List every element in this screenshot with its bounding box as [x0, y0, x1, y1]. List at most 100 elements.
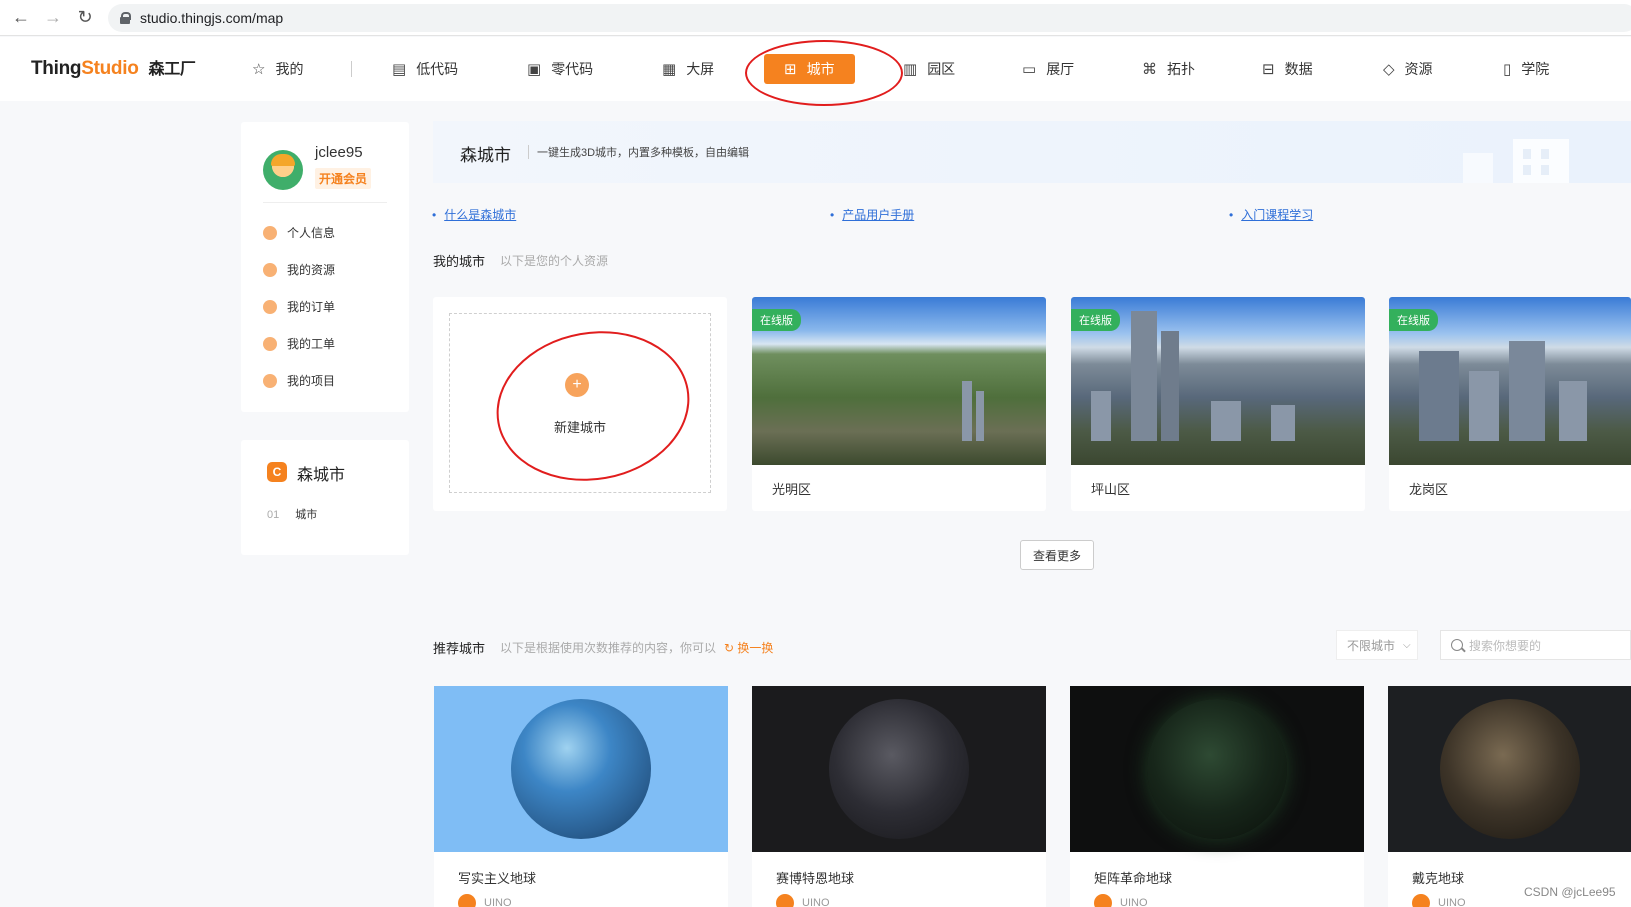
city-filter-select[interactable]: 不限城市 ⌵ — [1336, 630, 1418, 660]
nav-item-hall[interactable]: ▭ 展厅 — [1022, 37, 1074, 101]
menu-item-profile[interactable]: 个人信息 — [263, 224, 335, 241]
nav-item-topology[interactable]: ⌘ 拓扑 — [1142, 37, 1195, 101]
city-name: 光明区 — [772, 482, 812, 497]
new-city-card[interactable]: + 新建城市 — [433, 297, 727, 511]
diamond-icon: ◇ — [1383, 61, 1395, 78]
tower-shape — [1469, 371, 1499, 441]
tower-shape — [1559, 381, 1587, 441]
city-name: 坪山区 — [1091, 482, 1131, 497]
nav-divider — [351, 61, 352, 77]
city-name: 龙岗区 — [1409, 482, 1449, 497]
recommend-name: 写实主义地球 — [458, 871, 537, 886]
nav-item-nocode[interactable]: ▣ 零代码 — [527, 37, 593, 101]
menu-item-orders[interactable]: 我的订单 — [263, 298, 335, 315]
tower-shape — [1091, 391, 1111, 441]
recommend-name: 矩阵革命地球 — [1094, 871, 1173, 886]
building-illustration-icon — [1463, 139, 1569, 183]
avatar[interactable] — [263, 150, 303, 190]
recommend-card-dark[interactable]: 戴克地球 UINO — [1388, 686, 1631, 907]
author: UINO — [458, 894, 512, 907]
nav-item-mine[interactable]: ☆ 我的 — [252, 37, 303, 101]
address-bar[interactable]: studio.thingjs.com/map — [108, 4, 1631, 32]
hall-icon: ▭ — [1022, 61, 1037, 78]
order-icon — [263, 299, 277, 314]
forward-arrow-icon[interactable]: → — [37, 2, 69, 34]
reload-icon[interactable]: ↻ — [69, 2, 101, 34]
nav-item-bigscreen[interactable]: ▦ 大屏 — [662, 37, 714, 101]
avatar — [1094, 894, 1112, 907]
online-badge: 在线版 — [1071, 309, 1120, 331]
lock-icon — [120, 12, 131, 24]
recommend-title: 推荐城市 — [433, 641, 486, 656]
city-card-longgang[interactable]: 在线版 龙岗区 — [1389, 297, 1631, 511]
search-input[interactable]: 搜索你想要的 — [1440, 630, 1631, 660]
avatar — [458, 894, 476, 907]
add-icon: + — [565, 373, 589, 397]
author: UINO — [776, 894, 830, 907]
back-arrow-icon[interactable]: ← — [5, 2, 37, 34]
window-icon: ▣ — [527, 61, 542, 78]
watermark: CSDN @jcLee95 — [1524, 885, 1616, 899]
code-icon: ▤ — [392, 61, 407, 78]
globe-icon — [829, 699, 969, 839]
globe-thumbnail — [434, 686, 728, 852]
recommend-card-matrix[interactable]: 矩阵革命地球 UINO — [1070, 686, 1364, 907]
screen-icon: ▦ — [662, 61, 677, 78]
online-badge: 在线版 — [752, 309, 801, 331]
city-card-pingshan[interactable]: 在线版 坪山区 — [1071, 297, 1365, 511]
nav-item-park[interactable]: ▥ 园区 — [903, 37, 955, 101]
city-panel: C 森城市 01 城市 — [241, 440, 409, 555]
refresh-icon: ↻ — [724, 641, 735, 655]
resource-icon — [263, 262, 277, 277]
my-cities-title: 我的城市 — [433, 254, 486, 269]
menu-item-tickets[interactable]: 我的工单 — [263, 335, 335, 352]
star-icon: ☆ — [252, 61, 266, 78]
recommend-card-realistic[interactable]: 写实主义地球 UINO — [434, 686, 728, 907]
nav-item-resource[interactable]: ◇ 资源 — [1383, 37, 1433, 101]
online-badge: 在线版 — [1389, 309, 1438, 331]
link-what-is-city[interactable]: 什么是森城市 — [432, 206, 516, 223]
nav-item-data[interactable]: ⊟ 数据 — [1262, 37, 1313, 101]
globe-thumbnail — [1388, 686, 1631, 852]
view-more-button[interactable]: 查看更多 — [1020, 540, 1094, 570]
recommend-name: 戴克地球 — [1412, 871, 1465, 886]
search-icon — [1451, 639, 1463, 651]
browser-toolbar: ← → ↻ studio.thingjs.com/map — [0, 0, 1631, 36]
vip-badge[interactable]: 开通会员 — [315, 168, 372, 189]
city-panel-title: 森城市 — [297, 467, 346, 484]
city-logo-icon: C — [267, 462, 287, 482]
globe-thumbnail — [752, 686, 1046, 852]
city-card-guangming[interactable]: 在线版 光明区 — [752, 297, 1046, 511]
thingstudio-logo[interactable]: ThingStudio 森工厂 — [31, 55, 196, 80]
city-icon: ⊞ — [784, 61, 797, 78]
menu-item-resources[interactable]: 我的资源 — [263, 261, 335, 278]
globe-thumbnail — [1070, 686, 1364, 852]
tower-shape — [976, 391, 984, 441]
new-city-dropzone — [449, 313, 711, 493]
author: UINO — [1094, 894, 1148, 907]
link-intro-course[interactable]: 入门课程学习 — [1229, 206, 1313, 223]
tower-shape — [1211, 401, 1241, 441]
globe-icon — [1147, 699, 1287, 839]
username: jclee95 — [315, 144, 363, 161]
page-banner: 森城市 一键生成3D城市，内置多种模板，自由编辑 — [433, 121, 1631, 183]
recommend-card-cyber[interactable]: 赛博特恩地球 UINO — [752, 686, 1046, 907]
divider — [263, 202, 387, 203]
project-icon — [263, 373, 277, 388]
nav-item-lowcode[interactable]: ▤ 低代码 — [392, 37, 458, 101]
site-header: ThingStudio 森工厂 ☆ 我的 ▤ 低代码 ▣ 零代码 ▦ 大屏 ⊞ 城市 ▥ 园区… — [0, 37, 1631, 101]
author: UINO — [1412, 894, 1466, 907]
url-text: studio.thingjs.com/map — [140, 10, 284, 26]
globe-icon — [1439, 699, 1580, 839]
nav-item-city[interactable]: ⊞ 城市 — [764, 54, 855, 84]
menu-item-projects[interactable]: 我的项目 — [263, 372, 335, 389]
refresh-button[interactable]: ↻ 换一换 — [724, 639, 773, 656]
link-user-manual[interactable]: 产品用户手册 — [830, 206, 914, 223]
page-title: 森城市 — [460, 146, 511, 165]
city-panel-item[interactable]: 01 城市 — [267, 506, 317, 522]
ticket-icon — [263, 336, 277, 351]
tower-shape — [1509, 341, 1545, 441]
banner-divider — [528, 145, 529, 159]
data-icon: ⊟ — [1262, 61, 1275, 78]
nav-item-academy[interactable]: ▯ 学院 — [1503, 37, 1549, 101]
